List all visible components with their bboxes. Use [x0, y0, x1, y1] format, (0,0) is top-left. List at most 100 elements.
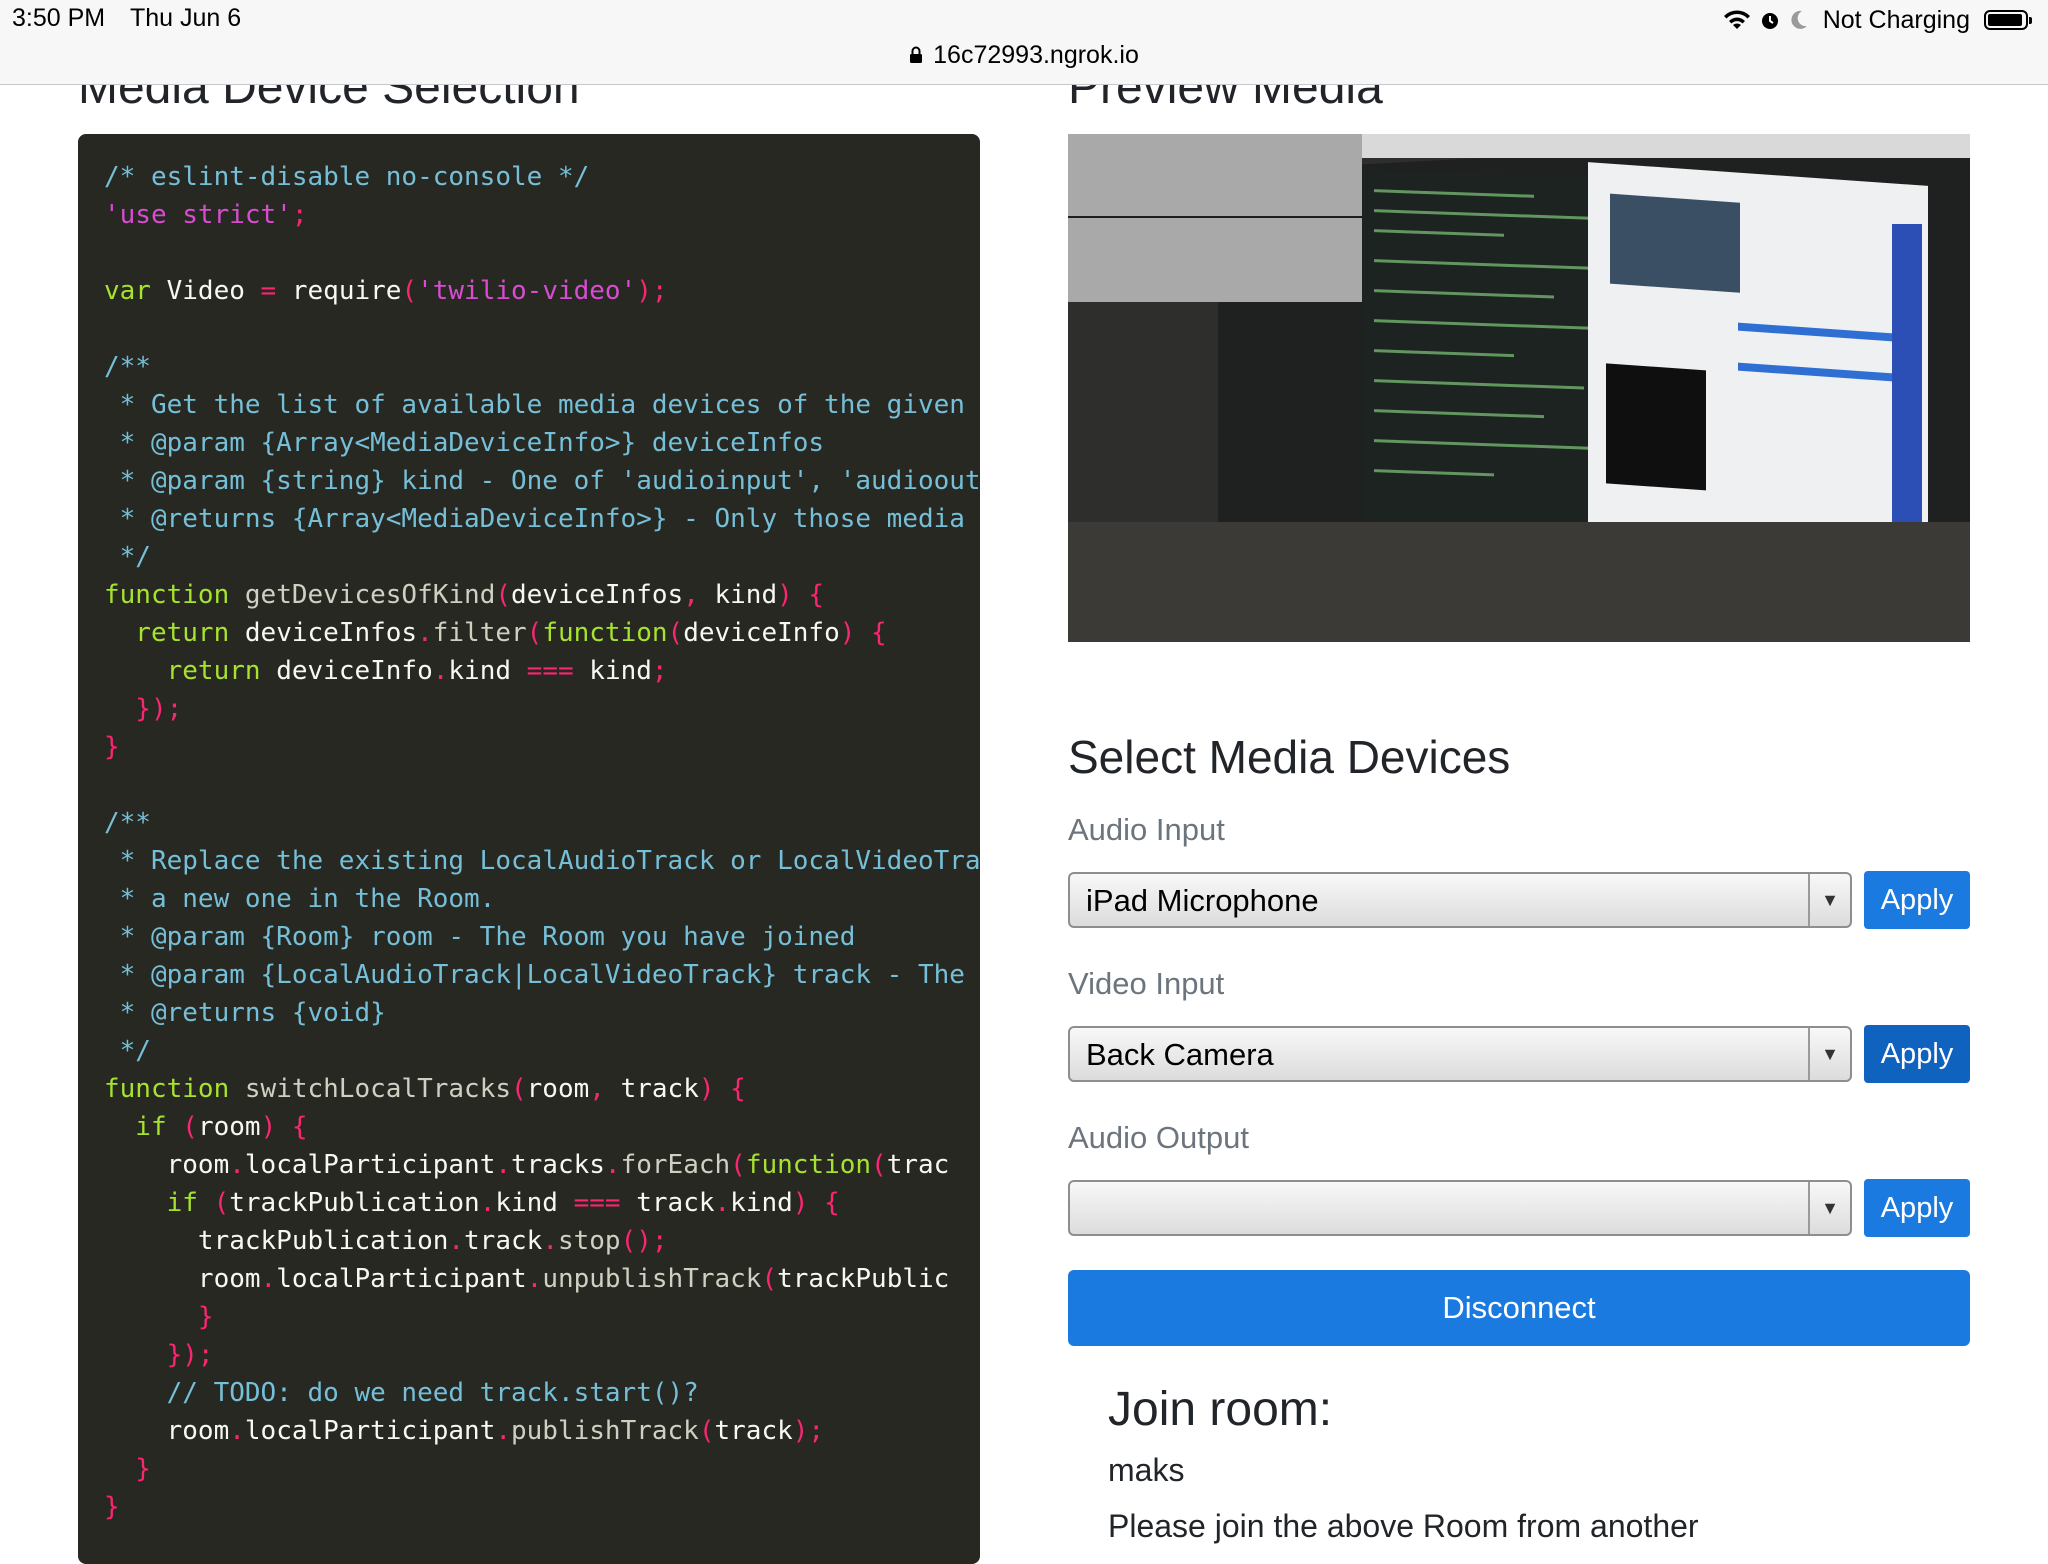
code-token: function: [542, 618, 668, 648]
wifi-icon: [1723, 10, 1750, 29]
battery-icon: [1984, 10, 2032, 30]
apply-audio-input-button[interactable]: Apply: [1864, 871, 1970, 929]
code-token: if: [104, 1112, 167, 1142]
code-token: ,: [683, 580, 699, 610]
code-token: function: [104, 1074, 230, 1104]
code-line: if (trackPublication.kind === track.kind…: [104, 1184, 980, 1222]
code-token: track: [464, 1226, 543, 1256]
apply-audio-output-button[interactable]: Apply: [1864, 1179, 1970, 1237]
code-line: trackPublication.track.stop();: [104, 1222, 980, 1260]
disconnect-button[interactable]: Disconnect: [1068, 1270, 1970, 1346]
code-token: room: [197, 1112, 261, 1142]
join-room-hint: Please join the above Room from another: [1108, 1508, 1699, 1544]
code-line: }: [104, 1488, 980, 1526]
code-token: filter: [432, 618, 527, 648]
code-token: deviceInfos: [229, 618, 418, 648]
code-token: .: [495, 1150, 511, 1180]
apply-video-input-button[interactable]: Apply: [1864, 1025, 1970, 1083]
code-token: .: [495, 1416, 511, 1446]
code-token: ) {: [839, 618, 887, 648]
code-token: trac: [886, 1150, 950, 1180]
code-token: localParticipant: [244, 1416, 496, 1446]
code-token: .: [448, 1226, 465, 1256]
code-token: (: [197, 1188, 230, 1218]
code-token: }: [104, 1492, 120, 1522]
code-token: var: [104, 276, 151, 306]
lock-icon: [910, 46, 923, 63]
video-input-select[interactable]: Back Camera ▼: [1068, 1026, 1852, 1082]
code-lines: /* eslint-disable no-console */ 'use stri…: [104, 158, 980, 1526]
code-token: * @returns {void}: [104, 998, 386, 1028]
code-token: track: [604, 1074, 699, 1104]
code-token: ();: [620, 1226, 668, 1256]
code-token: }: [104, 1302, 214, 1332]
code-token: forEach: [620, 1150, 731, 1180]
code-token: // TODO: do we need track.start()?: [104, 1378, 699, 1408]
code-token: * Replace the existing LocalAudioTrack o…: [104, 846, 980, 876]
code-token: .: [417, 618, 433, 648]
code-token: unpublishTrack: [542, 1264, 762, 1294]
ios-status-bar: 3:50 PM Thu Jun 6 Not Charging 16c72993.…: [0, 0, 2048, 85]
code-token: kind: [495, 1188, 574, 1218]
code-line: /* eslint-disable no-console */: [104, 158, 980, 196]
code-token: kind: [573, 656, 652, 686]
code-token: .: [604, 1150, 621, 1180]
code-line: // TODO: do we need track.start()?: [104, 1374, 980, 1412]
code-line: */: [104, 1032, 980, 1070]
code-token: tracks: [511, 1150, 605, 1180]
code-token: require: [276, 276, 402, 306]
code-token: (: [730, 1150, 746, 1180]
code-token: .: [432, 656, 449, 686]
code-token: stop: [557, 1226, 621, 1256]
battery-fill: [1988, 14, 2022, 26]
code-token: * @param {string} kind - One of 'audioin…: [104, 466, 980, 496]
chevron-down-icon: ▼: [1808, 1182, 1850, 1234]
audio-input-value: iPad Microphone: [1086, 883, 1319, 918]
code-token: return: [104, 618, 230, 648]
alarm-icon: [1761, 13, 1778, 29]
code-line: /**: [104, 348, 980, 386]
code-line: room.localParticipant.tracks.forEach(fun…: [104, 1146, 980, 1184]
code-line: * @returns {Array<MediaDeviceInfo>} - On…: [104, 500, 980, 538]
code-token: }: [104, 1454, 151, 1484]
code-token: 'twilio-video': [417, 276, 637, 306]
code-token: /* eslint-disable no-console */: [104, 162, 590, 192]
code-line: function switchLocalTracks(room, track) …: [104, 1070, 980, 1108]
join-room-title: Join room:: [1108, 1383, 1333, 1436]
audio-output-select[interactable]: ▼: [1068, 1180, 1852, 1236]
code-token: ) {: [777, 580, 825, 610]
code-token: /**: [104, 352, 151, 382]
code-token: deviceInfo: [260, 656, 433, 686]
code-token: track: [620, 1188, 715, 1218]
code-token: * Get the list of available media device…: [104, 390, 965, 420]
code-token: (: [166, 1112, 198, 1142]
code-token: * @param {Room} room - The Room you have…: [104, 922, 856, 952]
video-input-value: Back Camera: [1086, 1037, 1274, 1072]
audio-input-label: Audio Input: [1068, 812, 1225, 847]
code-token: trackPublication: [104, 1226, 449, 1256]
code-line: * @param {Room} room - The Room you have…: [104, 918, 980, 956]
code-line: * @param {Array<MediaDeviceInfo>} device…: [104, 424, 980, 462]
video-input-label: Video Input: [1068, 966, 1225, 1001]
code-token: track: [714, 1416, 793, 1446]
code-token: .: [260, 1264, 277, 1294]
address-bar[interactable]: 16c72993.ngrok.io: [0, 38, 2048, 72]
code-line: }: [104, 1450, 980, 1488]
code-line: return deviceInfo.kind === kind;: [104, 652, 980, 690]
code-token: (: [526, 618, 543, 648]
code-token: switchLocalTracks: [229, 1074, 511, 1104]
audio-input-select[interactable]: iPad Microphone ▼: [1068, 872, 1852, 928]
code-token: if: [104, 1188, 198, 1218]
code-token: return: [104, 656, 261, 686]
code-token: 'use strict': [104, 200, 292, 230]
code-token: });: [104, 1340, 214, 1370]
code-line: room.localParticipant.publishTrack(track…: [104, 1412, 980, 1450]
code-token: (: [871, 1150, 887, 1180]
code-line: * @param {string} kind - One of 'audioin…: [104, 462, 980, 500]
code-token: ) {: [260, 1112, 308, 1142]
code-token: );: [636, 276, 668, 306]
code-token: kind: [448, 656, 527, 686]
code-line: }: [104, 728, 980, 766]
